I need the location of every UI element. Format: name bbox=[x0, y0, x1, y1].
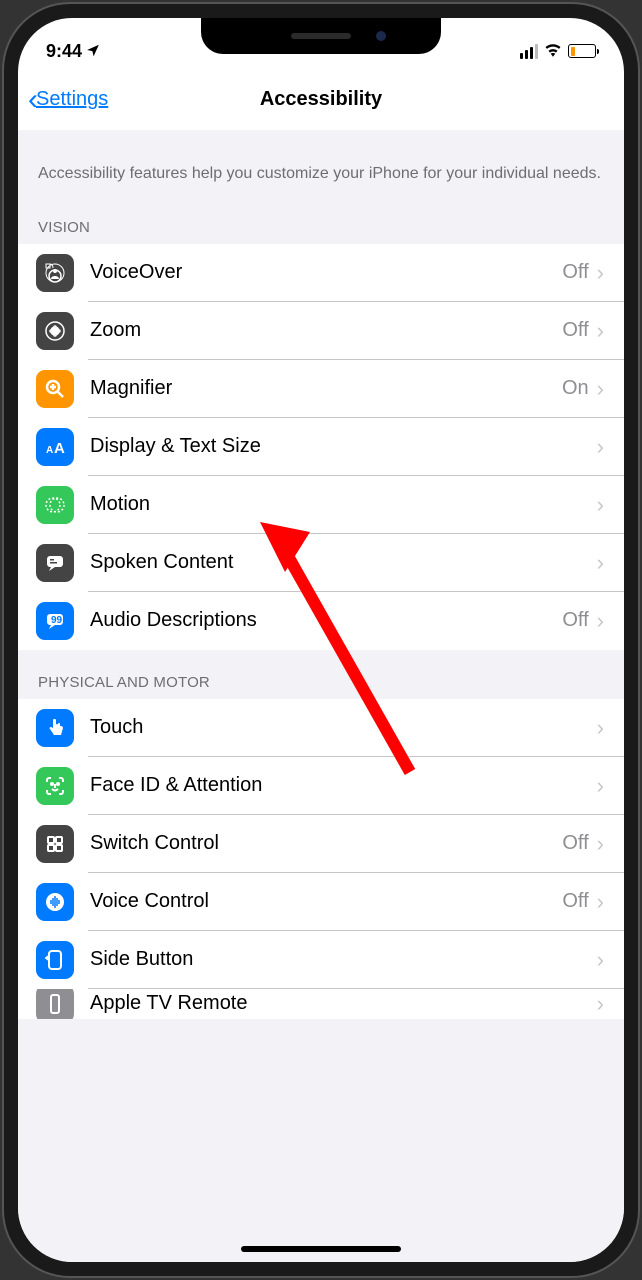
row-label: Audio Descriptions bbox=[90, 609, 562, 632]
chevron-right-icon: › bbox=[597, 991, 604, 1017]
back-button[interactable]: ‹ Settings bbox=[28, 83, 108, 117]
chevron-right-icon: › bbox=[597, 889, 604, 915]
list-physical: Touch › Face ID & Attention › bbox=[18, 699, 624, 1019]
chevron-right-icon: › bbox=[597, 260, 604, 286]
home-indicator[interactable] bbox=[241, 1246, 401, 1252]
status-time: 9:44 bbox=[46, 41, 82, 62]
row-label: Touch bbox=[90, 716, 589, 739]
voiceover-icon bbox=[36, 254, 74, 292]
chevron-right-icon: › bbox=[597, 492, 604, 518]
remote-icon bbox=[36, 989, 74, 1019]
location-icon bbox=[86, 41, 100, 62]
row-side-button[interactable]: Side Button › bbox=[18, 931, 624, 989]
touch-icon bbox=[36, 709, 74, 747]
chevron-right-icon: › bbox=[597, 947, 604, 973]
section-header-physical: PHYSICAL AND MOTOR bbox=[18, 650, 624, 699]
row-faceid[interactable]: Face ID & Attention › bbox=[18, 757, 624, 815]
svg-text:A: A bbox=[54, 440, 65, 457]
svg-text:99: 99 bbox=[51, 615, 63, 626]
row-label: Motion bbox=[90, 493, 589, 516]
screen: 9:44 ‹ Settings Accessibility A bbox=[18, 18, 624, 1262]
faceid-icon bbox=[36, 767, 74, 805]
content-scroll[interactable]: Accessibility features help you customiz… bbox=[18, 130, 624, 1262]
row-status: Off bbox=[562, 261, 588, 284]
row-touch[interactable]: Touch › bbox=[18, 699, 624, 757]
quote-bubble-icon: 99 bbox=[36, 602, 74, 640]
row-status: Off bbox=[562, 832, 588, 855]
row-label: Apple TV Remote bbox=[90, 992, 597, 1015]
chevron-right-icon: › bbox=[597, 831, 604, 857]
row-status: Off bbox=[562, 319, 588, 342]
section-header-vision: VISION bbox=[18, 195, 624, 244]
row-spoken-content[interactable]: Spoken Content › bbox=[18, 534, 624, 592]
chevron-right-icon: › bbox=[597, 434, 604, 460]
row-label: VoiceOver bbox=[90, 261, 562, 284]
zoom-icon bbox=[36, 312, 74, 350]
row-zoom[interactable]: Zoom Off › bbox=[18, 302, 624, 360]
chevron-right-icon: › bbox=[597, 715, 604, 741]
back-label: Settings bbox=[36, 88, 108, 111]
row-status: On bbox=[562, 377, 589, 400]
nav-bar: ‹ Settings Accessibility bbox=[18, 70, 624, 130]
page-title: Accessibility bbox=[260, 88, 382, 111]
row-apple-tv-remote[interactable]: Apple TV Remote › bbox=[18, 989, 624, 1019]
magnifier-icon bbox=[36, 370, 74, 408]
list-vision: VoiceOver Off › Zoom Off › bbox=[18, 244, 624, 650]
motion-icon bbox=[36, 486, 74, 524]
description-text: Accessibility features help you customiz… bbox=[18, 130, 624, 195]
row-audio-descriptions[interactable]: 99 Audio Descriptions Off › bbox=[18, 592, 624, 650]
chevron-right-icon: › bbox=[597, 318, 604, 344]
side-button-icon bbox=[36, 941, 74, 979]
row-motion[interactable]: Motion › bbox=[18, 476, 624, 534]
row-label: Display & Text Size bbox=[90, 435, 589, 458]
svg-text:A: A bbox=[46, 445, 53, 456]
row-voice-control[interactable]: Voice Control Off › bbox=[18, 873, 624, 931]
row-label: Voice Control bbox=[90, 890, 562, 913]
row-magnifier[interactable]: Magnifier On › bbox=[18, 360, 624, 418]
chevron-right-icon: › bbox=[597, 608, 604, 634]
row-label: Spoken Content bbox=[90, 551, 589, 574]
device-frame: 9:44 ‹ Settings Accessibility A bbox=[0, 0, 642, 1280]
chevron-right-icon: › bbox=[597, 773, 604, 799]
row-label: Magnifier bbox=[90, 377, 562, 400]
switch-control-icon bbox=[36, 825, 74, 863]
chevron-right-icon: › bbox=[597, 550, 604, 576]
battery-icon bbox=[568, 44, 596, 58]
speech-bubble-icon bbox=[36, 544, 74, 582]
row-label: Face ID & Attention bbox=[90, 774, 589, 797]
row-label: Side Button bbox=[90, 948, 589, 971]
row-switch-control[interactable]: Switch Control Off › bbox=[18, 815, 624, 873]
chevron-right-icon: › bbox=[597, 376, 604, 402]
notch bbox=[201, 18, 441, 54]
row-status: Off bbox=[562, 609, 588, 632]
voice-control-icon bbox=[36, 883, 74, 921]
row-voiceover[interactable]: VoiceOver Off › bbox=[18, 244, 624, 302]
text-size-icon: AA bbox=[36, 428, 74, 466]
row-label: Zoom bbox=[90, 319, 562, 342]
row-status: Off bbox=[562, 890, 588, 913]
wifi-icon bbox=[544, 41, 562, 62]
row-label: Switch Control bbox=[90, 832, 562, 855]
cellular-signal-icon bbox=[520, 44, 538, 59]
row-display-text-size[interactable]: AA Display & Text Size › bbox=[18, 418, 624, 476]
